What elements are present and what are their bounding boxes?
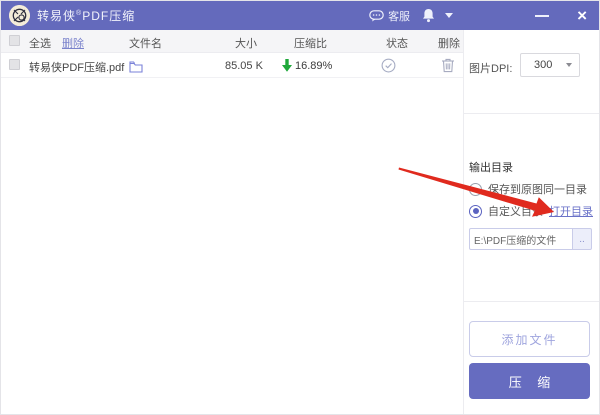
app-logo-icon <box>9 5 30 26</box>
open-folder-icon[interactable] <box>129 61 143 73</box>
dpi-select[interactable]: 300 <box>520 53 580 77</box>
file-row: 转易侠PDF压缩.pdf 85.05 K 16.89% <box>1 53 463 78</box>
customer-service-button[interactable]: 客服 <box>369 8 410 24</box>
close-button[interactable]: × <box>577 7 587 24</box>
minimize-icon <box>535 14 550 17</box>
delete-selected-link[interactable]: 删除 <box>62 35 84 51</box>
chat-bubble-icon <box>369 9 384 21</box>
column-file-name: 文件名 <box>129 38 162 50</box>
app-title: 转易侠®PDF压缩 <box>37 9 136 23</box>
file-list-header: 全选 删除 文件名 大小 压缩比 状态 删除 <box>1 30 463 53</box>
radio-same-dir-option[interactable]: 保存到原图同一目录 <box>469 181 587 197</box>
dpi-caret-icon <box>566 63 572 67</box>
output-path-input[interactable] <box>469 228 573 250</box>
column-delete: 删除 <box>438 38 460 50</box>
add-files-button[interactable]: 添加文件 <box>469 321 590 357</box>
chevron-down-icon <box>445 13 454 18</box>
bell-icon <box>423 9 435 23</box>
radio-custom-dir[interactable] <box>469 204 482 218</box>
row-checkbox[interactable] <box>9 59 20 70</box>
delete-row-trash-icon[interactable] <box>441 58 455 73</box>
browse-directory-button[interactable]: .. <box>573 228 592 250</box>
panel-divider-2 <box>464 301 599 302</box>
menu-button[interactable] <box>493 10 509 22</box>
compression-down-arrow-icon <box>282 59 292 72</box>
titlebar: 转易侠®PDF压缩 客服 × <box>1 1 599 30</box>
status-done-icon <box>381 58 396 73</box>
radio-custom-dir-option[interactable]: 自定义目录 打开目录 <box>469 203 593 219</box>
file-name-text: 转易侠PDF压缩.pdf <box>29 62 125 74</box>
panel-divider <box>464 113 599 114</box>
titlebar-dropdown-button[interactable] <box>445 13 493 18</box>
column-status: 状态 <box>386 38 408 50</box>
compression-ratio: 16.89% <box>295 60 333 72</box>
notification-bell-button[interactable] <box>422 8 435 23</box>
column-size: 大小 <box>235 38 257 50</box>
select-all-checkbox[interactable] <box>9 35 20 46</box>
select-all-label: 全选 <box>29 38 51 50</box>
file-size: 85.05 K <box>225 60 263 72</box>
minimize-button[interactable] <box>535 14 577 17</box>
open-directory-link[interactable]: 打开目录 <box>549 203 593 219</box>
radio-custom-dir-label: 自定义目录 <box>488 206 543 218</box>
compress-button[interactable]: 压 缩 <box>469 363 590 399</box>
column-ratio: 压缩比 <box>294 38 327 50</box>
dpi-label: 图片DPI: <box>469 63 513 75</box>
customer-service-label: 客服 <box>388 10 411 23</box>
output-dir-label: 输出目录 <box>469 162 513 174</box>
radio-same-dir-label: 保存到原图同一目录 <box>488 184 587 196</box>
dpi-value: 300 <box>534 59 553 71</box>
app-window: 转易侠®PDF压缩 客服 × 全选 删除 文件名 大小 压缩比 状态 删除 转易… <box>0 0 600 415</box>
settings-panel: 图片DPI: 300 输出目录 保存到原图同一目录 自定义目录打开目录 .. 添… <box>463 30 599 414</box>
radio-same-dir[interactable] <box>469 182 482 196</box>
